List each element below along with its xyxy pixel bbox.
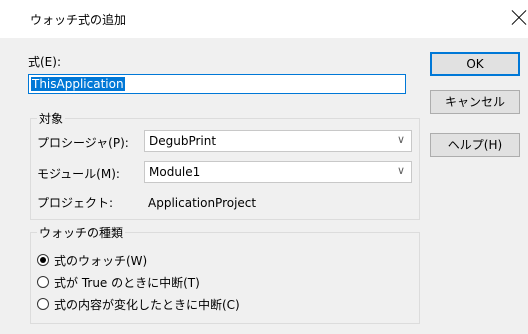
chevron-down-icon: ∨: [396, 164, 405, 177]
radio-label-break-changed[interactable]: 式の内容が変化したときに中断(C): [54, 296, 240, 313]
expression-input[interactable]: ThisApplication: [28, 74, 406, 94]
radio-break-when-true[interactable]: [37, 276, 49, 288]
radio-watch-expression[interactable]: [37, 254, 49, 266]
module-value: Module1: [149, 165, 201, 179]
watch-type-group-title: ウォッチの種類: [37, 224, 126, 241]
target-group-title: 対象: [37, 110, 66, 127]
chevron-down-icon: ∨: [396, 133, 405, 146]
expression-value: ThisApplication: [31, 77, 125, 91]
procedure-label: プロシージャ(P):: [37, 136, 129, 150]
radio-label-watch[interactable]: 式のウォッチ(W): [54, 252, 147, 269]
title-bar: ウォッチ式の追加: [0, 0, 528, 38]
module-select[interactable]: Module1 ∨: [144, 161, 412, 183]
close-icon[interactable]: [508, 7, 528, 29]
radio-label-break-true[interactable]: 式が True のときに中断(T): [54, 274, 200, 291]
procedure-select[interactable]: DegubPrint ∨: [144, 130, 412, 152]
ok-button[interactable]: OK: [430, 52, 520, 76]
project-value: ApplicationProject: [148, 196, 257, 210]
window-title: ウォッチ式の追加: [30, 13, 127, 27]
procedure-value: DegubPrint: [149, 134, 217, 148]
project-label: プロジェクト:: [37, 196, 114, 210]
module-label: モジュール(M):: [37, 167, 120, 181]
expression-label: 式(E):: [28, 55, 61, 69]
radio-break-when-changed[interactable]: [37, 298, 49, 310]
help-button[interactable]: ヘルプ(H): [430, 133, 520, 157]
cancel-button[interactable]: キャンセル: [430, 90, 520, 114]
